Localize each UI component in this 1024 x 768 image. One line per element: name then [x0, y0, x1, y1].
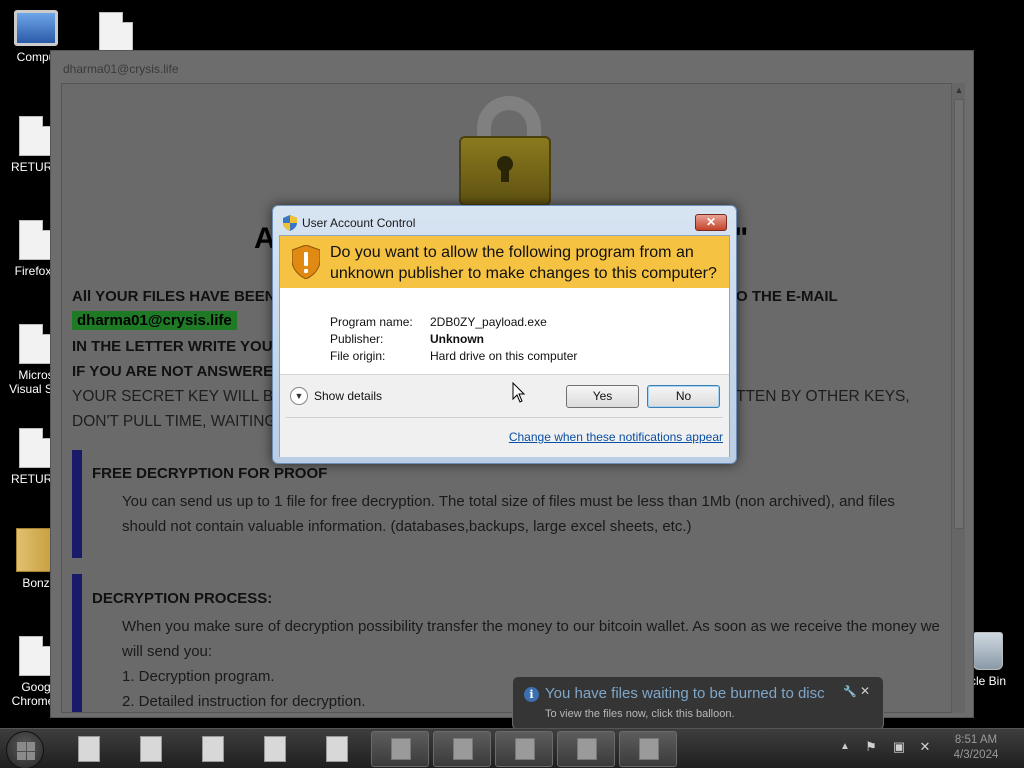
app-icon [391, 738, 411, 760]
start-button[interactable] [6, 731, 44, 768]
section-title: FREE DECRYPTION FOR PROOF [92, 465, 328, 482]
taskbar-app-button[interactable] [619, 731, 677, 767]
wrench-icon[interactable]: 🔧 [843, 685, 857, 698]
balloon-close-button[interactable]: ✕ [860, 684, 870, 698]
no-button[interactable]: No [647, 385, 720, 408]
close-button[interactable]: ✕ [695, 214, 727, 231]
system-clock[interactable]: 8:51 AM 4/3/2024 [944, 733, 1008, 763]
warning-shield-icon [292, 245, 320, 279]
taskbar-file-icon[interactable] [78, 736, 100, 762]
app-icon [515, 738, 535, 760]
balloon-text: To view the files now, click this balloo… [545, 708, 735, 720]
section-title: DECRYPTION PROCESS: [92, 590, 273, 607]
taskbar-app-button[interactable] [433, 731, 491, 767]
file-icon [19, 428, 53, 468]
section-text: will send you: [122, 643, 213, 660]
show-details-label: Show details [314, 389, 383, 403]
notification-balloon[interactable]: i You have files waiting to be burned to… [512, 676, 884, 743]
section-text: 1. Decryption program. [122, 668, 275, 685]
section-bar [72, 450, 82, 558]
clock-date: 4/3/2024 [953, 749, 999, 761]
ransom-line: TTEN BY OTHER KEYS, [736, 388, 910, 405]
app-icon [453, 738, 473, 760]
taskbar-file-icon[interactable] [264, 736, 286, 762]
padlock-icon [459, 96, 559, 208]
section-text: You can send us up to 1 file for free de… [122, 493, 895, 510]
file-icon [19, 116, 53, 156]
window-title: dharma01@crysis.life [63, 62, 179, 76]
shield-icon [283, 215, 297, 231]
taskbar-file-icon[interactable] [202, 736, 224, 762]
dialog-title: User Account Control [302, 216, 416, 230]
file-origin-label: File origin: [330, 349, 386, 363]
ransom-line: IF YOU ARE NOT ANSWERE [72, 363, 274, 380]
section-text: When you make sure of decryption possibi… [122, 618, 940, 635]
windows-logo-icon [17, 742, 35, 760]
computer-icon [14, 10, 58, 46]
desktop: Compu RETURN Firefox.l Micros Visual Stu… [0, 0, 1024, 768]
section-text: should not contain valuable information.… [122, 518, 692, 535]
network-icon[interactable]: ▣ [890, 739, 908, 755]
show-details-button[interactable]: ▼ Show details [290, 387, 382, 405]
app-icon [639, 738, 659, 760]
mouse-cursor-icon [512, 382, 526, 403]
file-icon [19, 324, 53, 364]
app-icon [577, 738, 597, 760]
warning-banner: Do you want to allow the following progr… [280, 236, 729, 288]
dialog-content: Do you want to allow the following progr… [279, 235, 730, 457]
yes-button[interactable]: Yes [566, 385, 639, 408]
section-bar [72, 574, 82, 712]
taskbar-file-icon[interactable] [140, 736, 162, 762]
file-icon [19, 636, 53, 676]
divider [286, 417, 723, 418]
change-notifications-link[interactable]: Change when these notifications appear [509, 430, 723, 444]
balloon-title: You have files waiting to be burned to d… [545, 685, 825, 702]
info-icon: i [524, 687, 539, 702]
file-origin-value: Hard drive on this computer [430, 349, 578, 363]
contact-email: dharma01@crysis.life [72, 311, 237, 330]
uac-dialog: User Account Control ✕ Do you want to al… [272, 205, 737, 464]
taskbar-file-icon[interactable] [326, 736, 348, 762]
scroll-up-icon[interactable]: ▲ [952, 83, 966, 97]
ransom-line: DON'T PULL TIME, WAITING [72, 413, 277, 430]
publisher-value: Unknown [430, 332, 484, 346]
taskbar: ▲ ⚑ ▣ ✕ 8:51 AM 4/3/2024 [0, 728, 1024, 768]
taskbar-app-button[interactable] [557, 731, 615, 767]
taskbar-app-button[interactable] [495, 731, 553, 767]
taskbar-app-button[interactable] [371, 731, 429, 767]
program-name-value: 2DB0ZY_payload.exe [430, 315, 547, 329]
show-hidden-icons-icon[interactable]: ▲ [840, 741, 850, 752]
ransom-line: YOUR SECRET KEY WILL BE S [72, 388, 299, 405]
vertical-scrollbar[interactable]: ▲ [951, 83, 965, 713]
ransom-line: IN THE LETTER WRITE YOU [72, 338, 273, 355]
scrollbar-thumb[interactable] [954, 99, 964, 529]
uac-question: Do you want to allow the following progr… [330, 244, 717, 282]
file-icon [19, 220, 53, 260]
clock-time: 8:51 AM [954, 734, 998, 746]
action-center-icon[interactable]: ⚑ [862, 739, 880, 755]
publisher-label: Publisher: [330, 332, 384, 346]
chevron-down-icon: ▼ [290, 387, 308, 405]
file-icon [99, 12, 133, 52]
program-name-label: Program name: [330, 315, 413, 329]
dialog-actions: ▼ Show details Yes No Change when these … [280, 375, 729, 457]
section-text: 2. Detailed instruction for decryption. [122, 693, 366, 710]
ransom-line: O THE E-MAIL [736, 288, 838, 305]
recycle-bin-icon [973, 632, 1003, 670]
ransom-line: All YOUR FILES HAVE BEEN [72, 288, 276, 305]
volume-muted-icon[interactable]: ✕ [916, 739, 934, 755]
